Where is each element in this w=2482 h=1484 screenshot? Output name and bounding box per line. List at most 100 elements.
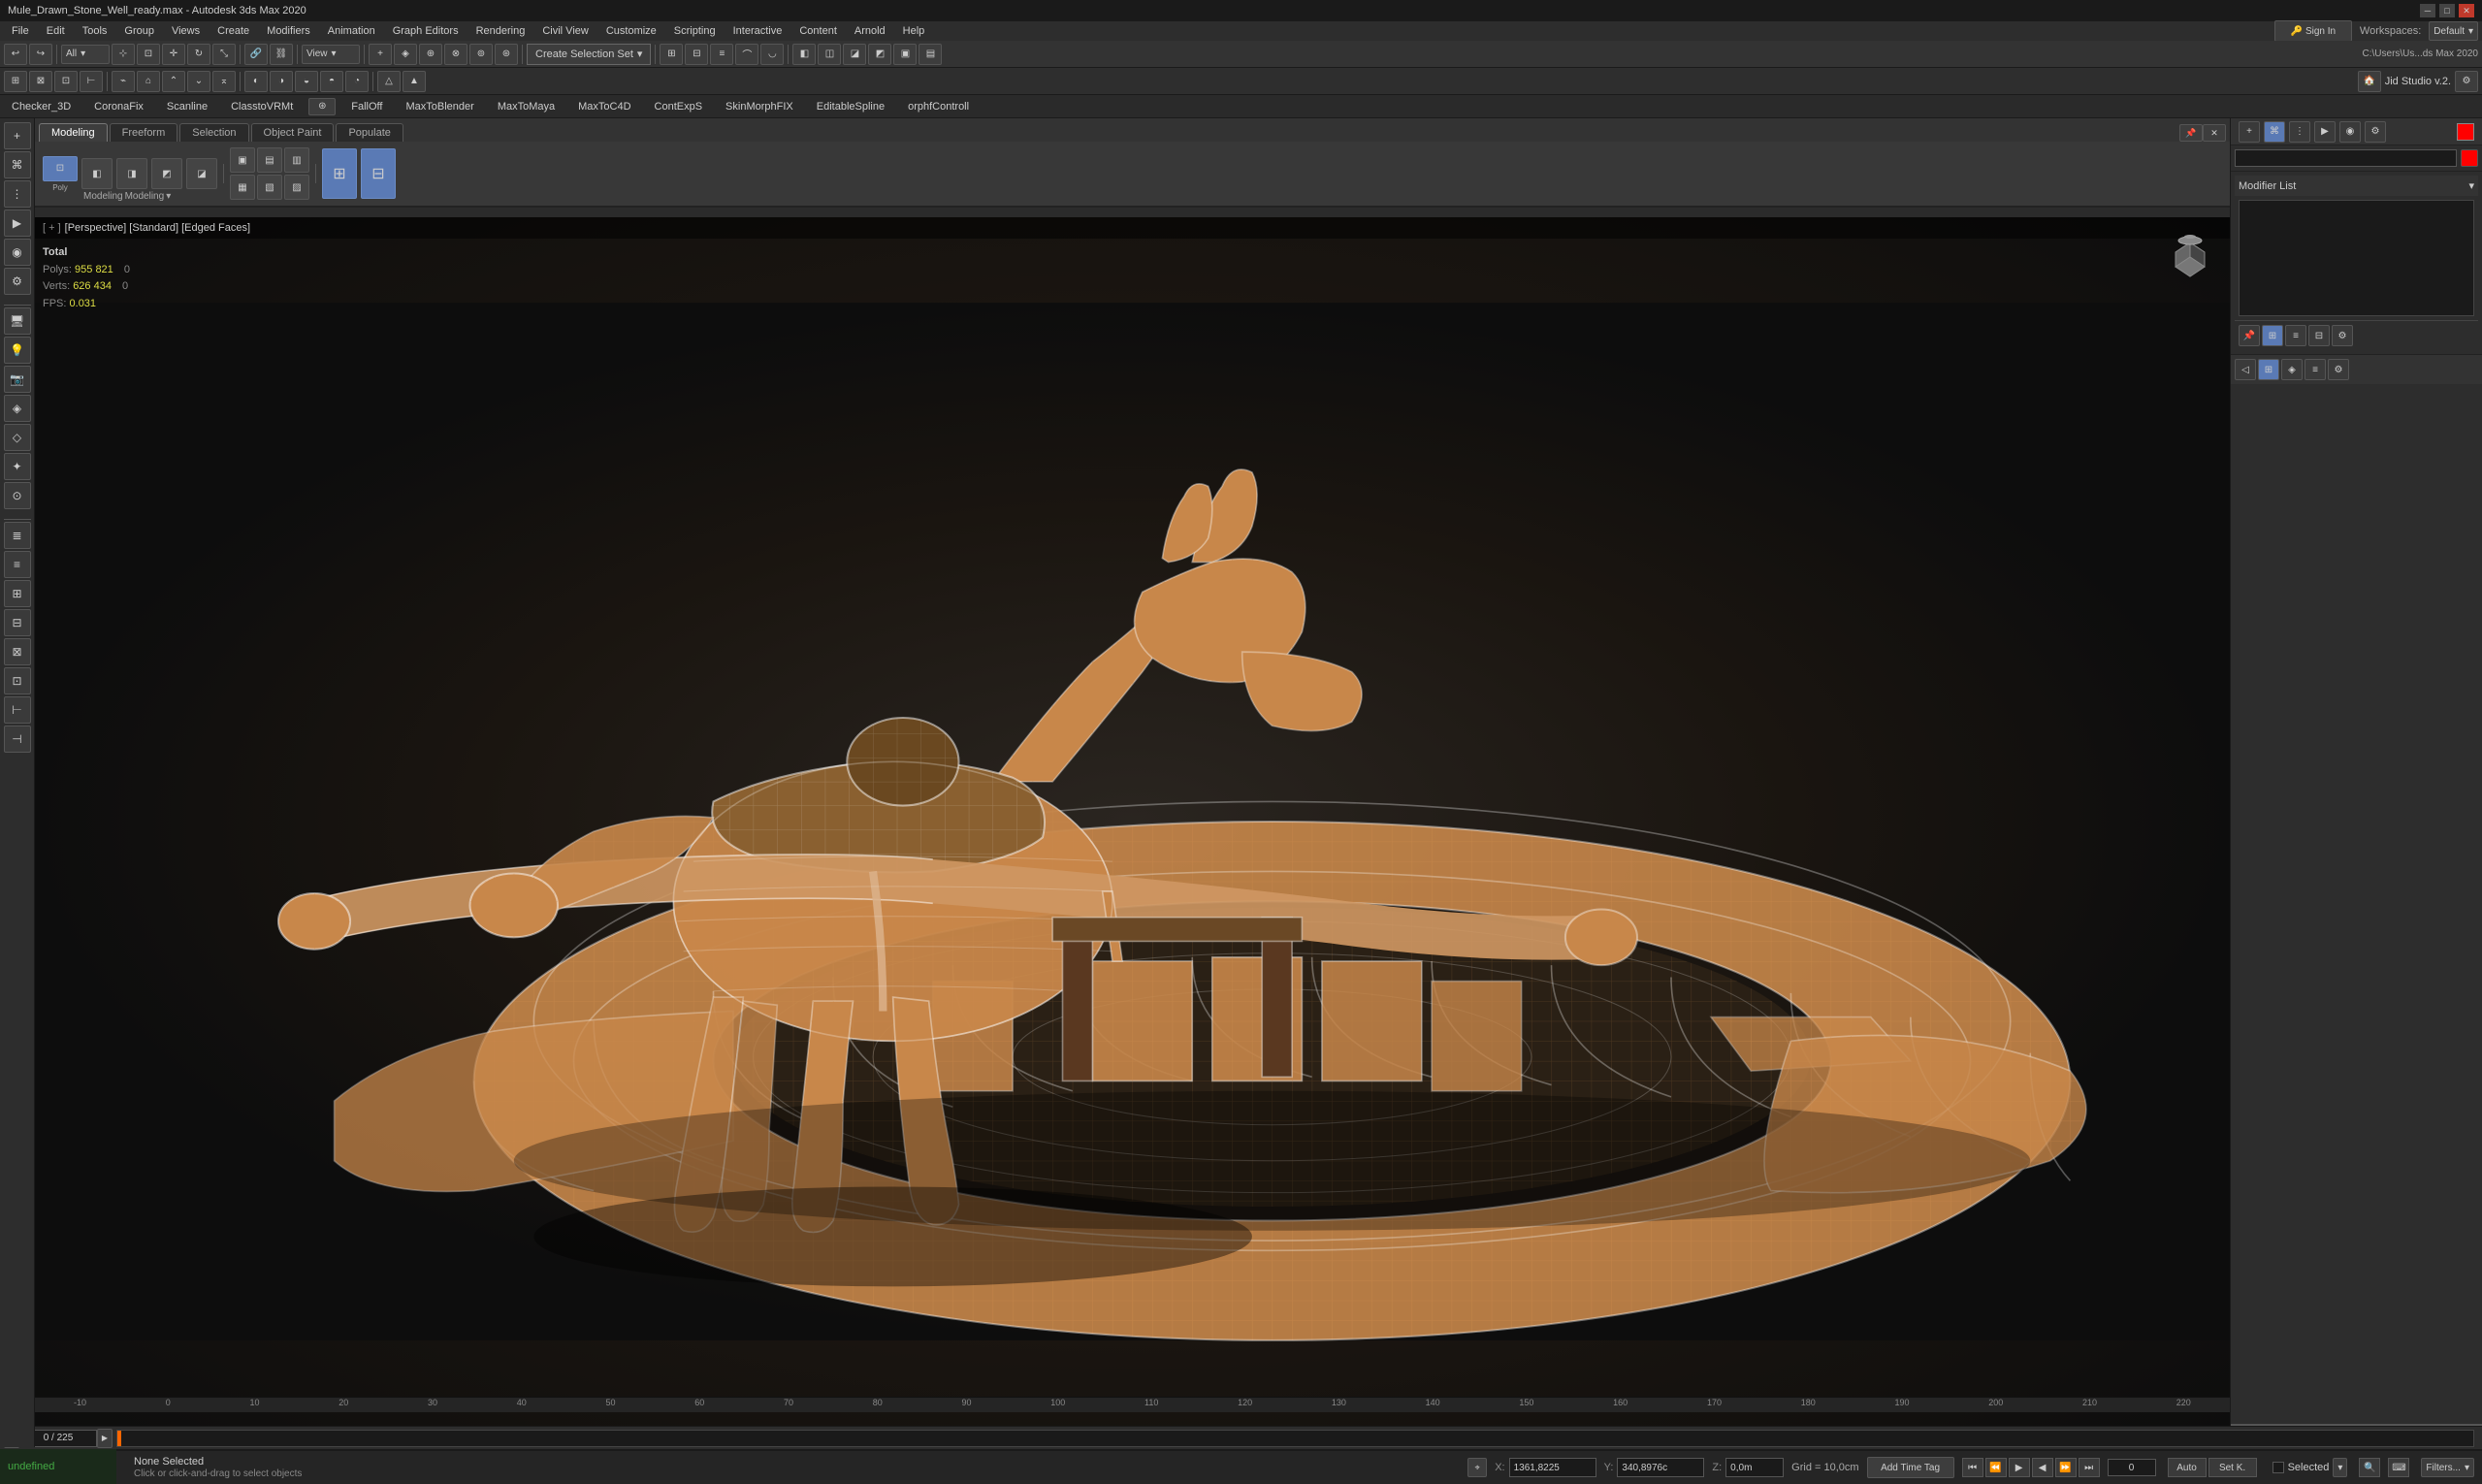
menu-help[interactable]: Help [895,23,933,39]
undo-button[interactable]: ↩ [4,44,27,65]
studio-button[interactable]: 🏠 [2358,71,2381,92]
panel-create-icon[interactable]: + [2239,121,2260,143]
display-button[interactable]: ⌂ [137,71,160,92]
menu-views[interactable]: Views [164,23,208,39]
render4-button[interactable]: ▣ [893,44,917,65]
tab-populate[interactable]: Populate [336,123,403,142]
polygon-modeling-dropdown[interactable]: Modeling Modeling ▾ [83,191,171,202]
studio-settings-button[interactable]: ⚙ [2455,71,2478,92]
light-button[interactable]: ⌃ [162,71,185,92]
menu-content[interactable]: Content [791,23,845,39]
selected-dropdown[interactable]: ▾ [2333,1458,2347,1477]
filter-dropdown[interactable]: All ▾ [61,45,110,64]
play-reverse-btn[interactable]: ◀ [2032,1458,2053,1477]
create-selection-set-button[interactable]: Create Selection Set ▾ [527,44,651,65]
ribbon-active-big-btn-2[interactable]: ⊟ [361,148,396,199]
menu-edit[interactable]: Edit [39,23,73,39]
modifier-list-btn[interactable]: ≡ [2285,325,2306,346]
mod-tab-2[interactable]: ⊞ [2258,359,2279,380]
auto-key-btn[interactable]: Auto [2168,1458,2207,1477]
menu-file[interactable]: File [4,23,37,39]
tab-close-button[interactable]: ✕ [2203,124,2226,142]
view-dropdown[interactable]: View ▾ [302,45,360,64]
ribbon-btn-2[interactable]: ◨ [116,158,147,189]
plugin-falloff-icon[interactable]: ⊛ [308,98,336,115]
modifier-stack[interactable] [2239,200,2474,316]
sidebar-render-btn[interactable]: 🖥 [4,307,31,335]
sec-tool3-button[interactable]: ◒ [295,71,318,92]
sec-tool6-button[interactable]: △ [377,71,401,92]
tab-selection[interactable]: Selection [179,123,248,142]
mod-tab-5[interactable]: ⚙ [2328,359,2349,380]
timeline-scrubber[interactable] [116,1430,2474,1447]
rotate-button[interactable]: ↻ [187,44,210,65]
modifier-pin-btn[interactable]: 📌 [2239,325,2260,346]
ribbon-btn-5[interactable]: ▣ [230,147,255,173]
play-btn[interactable]: ▶ [2009,1458,2030,1477]
menu-animation[interactable]: Animation [320,23,383,39]
align-button[interactable]: ⊟ [685,44,708,65]
close-button[interactable]: ✕ [2459,4,2474,17]
plugin-falloff[interactable]: FallOff [343,99,390,114]
viewport-nav-cube[interactable] [2166,233,2214,284]
panel-display-icon[interactable]: ◉ [2339,121,2361,143]
current-frame-input[interactable] [2108,1459,2156,1476]
sidebar-utilities-btn[interactable]: ⚙ [4,268,31,295]
render3-button[interactable]: ◩ [868,44,891,65]
viewport[interactable]: [ + ] [Perspective] [Standard] [Edged Fa… [35,217,2230,1426]
go-end-btn[interactable]: ⏭ [2079,1458,2100,1477]
ribbon-btn-9[interactable]: ▧ [257,175,282,200]
next-frame-btn[interactable]: ⏩ [2055,1458,2077,1477]
snap2-button[interactable]: ⊠ [29,71,52,92]
material-color-swatch[interactable] [2457,123,2474,141]
ribbon-btn-7[interactable]: ▥ [284,147,309,173]
modifier-list-header[interactable]: Modifier List ▾ [2235,176,2478,196]
sidebar-display-btn[interactable]: ◉ [4,239,31,266]
filters-btn[interactable]: Filters... ▾ [2421,1458,2474,1477]
coord-mode-btn[interactable]: ⌖ [1467,1458,1487,1477]
sign-in-button[interactable]: 🔑 Sign In [2274,20,2352,42]
y-coord-input[interactable] [1617,1458,1704,1477]
x-coord-input[interactable] [1509,1458,1596,1477]
ribbon-active-big-btn[interactable]: ⊞ [322,148,357,199]
plugin-skinmorphfix[interactable]: SkinMorphFIX [718,99,801,114]
sidebar-extra6-btn[interactable]: ⊡ [4,667,31,694]
plugin-editablespline[interactable]: EditableSpline [809,99,892,114]
hierarchy-button[interactable]: ⌁ [112,71,135,92]
menu-scripting[interactable]: Scripting [666,23,724,39]
mod-tab-1[interactable]: ◁ [2235,359,2256,380]
sidebar-motion-btn[interactable]: ▶ [4,210,31,237]
ribbon-btn-1[interactable]: ◧ [81,158,113,189]
ribbon-btn-8[interactable]: ▦ [230,175,255,200]
sidebar-create-btn[interactable]: + [4,122,31,149]
select-region-button[interactable]: ⊡ [137,44,160,65]
go-start-btn[interactable]: ⏮ [1962,1458,1983,1477]
menu-group[interactable]: Group [116,23,162,39]
sidebar-extra8-btn[interactable]: ⊣ [4,726,31,753]
sec-tool5-button[interactable]: ◔ [345,71,369,92]
panel-motion-icon[interactable]: ▶ [2314,121,2336,143]
sidebar-extra1-btn[interactable]: ≣ [4,522,31,549]
tool4-button[interactable]: ⊗ [444,44,467,65]
minimize-button[interactable]: ─ [2420,4,2435,17]
sec-tool7-button[interactable]: ▲ [403,71,426,92]
sidebar-extra5-btn[interactable]: ⊠ [4,638,31,665]
snap4-button[interactable]: ⊢ [80,71,103,92]
tab-object-paint[interactable]: Object Paint [251,123,335,142]
sec-tool4-button[interactable]: ◓ [320,71,343,92]
menu-tools[interactable]: Tools [75,23,115,39]
panel-search-input[interactable] [2235,149,2457,167]
timeline-next-btn[interactable]: ▶ [97,1429,113,1448]
sidebar-hierarchy-btn[interactable]: ⋮ [4,180,31,208]
layer-button[interactable]: ≡ [710,44,733,65]
render5-button[interactable]: ▤ [919,44,942,65]
ribbon-btn-10[interactable]: ▨ [284,175,309,200]
modifier-active-btn[interactable]: ⊞ [2262,325,2283,346]
camera-button[interactable]: ⌄ [187,71,210,92]
snap-button[interactable]: ⊞ [4,71,27,92]
sidebar-space-btn[interactable]: ⊙ [4,482,31,509]
sidebar-extra2-btn[interactable]: ≡ [4,551,31,578]
menu-modifiers[interactable]: Modifiers [259,23,318,39]
mod-tab-4[interactable]: ≡ [2305,359,2326,380]
tab-pin-button[interactable]: 📌 [2179,124,2203,142]
